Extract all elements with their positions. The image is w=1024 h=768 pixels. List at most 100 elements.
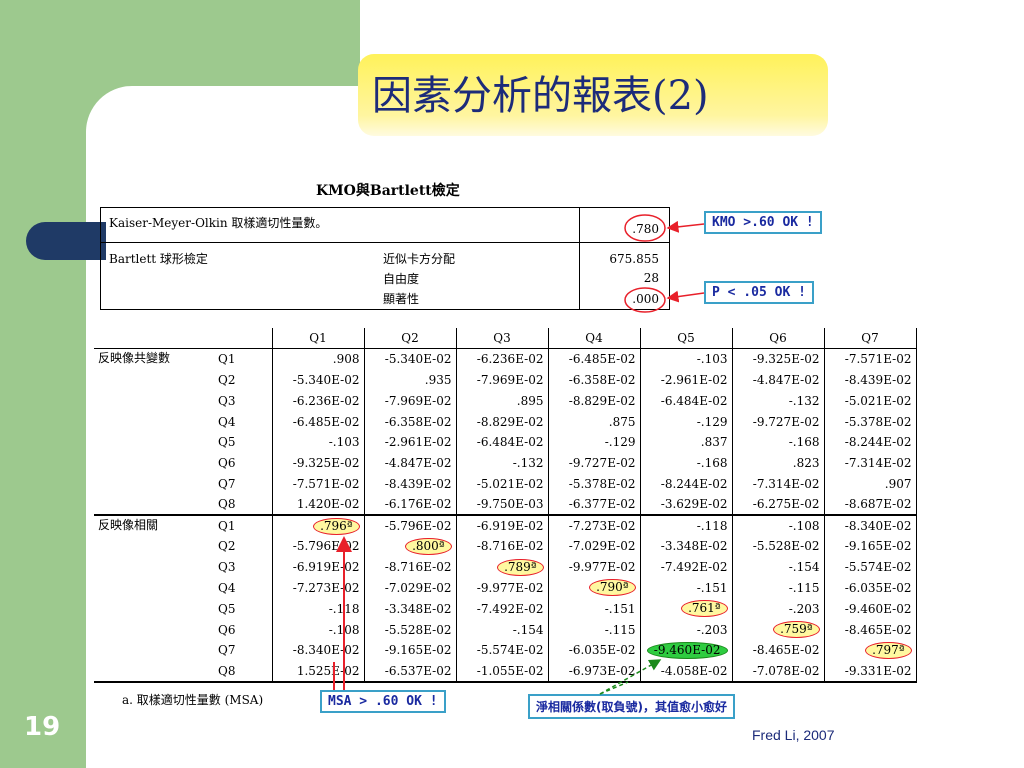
matrix-cell: .800ª: [364, 535, 457, 557]
section-spacer: [94, 619, 214, 640]
matrix-cell: -5.021E-02: [456, 473, 549, 495]
matrix-cell: -9.727E-02: [548, 452, 641, 474]
chi-label: 近似卡方分配: [383, 252, 456, 266]
cell-value: -6.035E-02: [844, 580, 912, 595]
matrix-cell: -7.029E-02: [364, 577, 457, 599]
matrix-cell: -7.273E-02: [548, 515, 641, 536]
matrix-cell: -6.358E-02: [364, 411, 457, 432]
cell-value: -.103: [696, 352, 728, 367]
matrix-cell: -9.165E-02: [824, 535, 917, 557]
cell-value: -5.574E-02: [844, 560, 912, 575]
cell-value: .907: [884, 476, 912, 491]
matrix-cell: .797ª: [824, 639, 917, 661]
matrix-cell: -4.847E-02: [364, 452, 457, 474]
matrix-cell: -8.465E-02: [732, 639, 825, 661]
df-value: 28: [643, 271, 659, 285]
row-label: Q3: [214, 390, 273, 412]
matrix-cell: -9.165E-02: [364, 639, 457, 661]
cell-value: -6.358E-02: [384, 414, 452, 429]
cell-value: -.132: [788, 393, 820, 408]
matrix-cell: -9.977E-02: [456, 577, 549, 599]
matrix-cell: -.129: [548, 431, 641, 453]
matrix-cell: .935: [364, 369, 457, 391]
row-label: Q5: [214, 598, 273, 620]
matrix-cell: -.108: [732, 515, 825, 536]
table-row: Q4 -6.485E-02 -6.358E-02 -8.829E-02 .875 -.12…: [94, 411, 917, 432]
matrix-cell: -.115: [732, 577, 825, 599]
matrix-cell: -.168: [732, 431, 825, 453]
cell-value: 1.420E-02: [296, 497, 360, 512]
anti-image-matrix: Q1 Q2 Q3 Q4 Q5 Q6 Q7 反映像共變數 Q1.908 -5.340E-02 -6.…: [94, 328, 917, 683]
matrix-cell: .875: [548, 411, 641, 432]
matrix-cell: -2.961E-02: [364, 431, 457, 453]
matrix-cell: .789ª: [456, 556, 549, 578]
matrix-cell: -8.439E-02: [824, 369, 917, 391]
table-row: 反映像共變數 Q1 .908 -5.340E-02 -6.236E-02 -6.485E-…: [94, 348, 917, 370]
row-label: Q1: [214, 515, 273, 536]
matrix-cell: -6.035E-02: [824, 577, 917, 599]
cell-value: -3.348E-02: [660, 539, 728, 554]
matrix-cell: -6.236E-02: [272, 390, 365, 412]
cell-value: -6.537E-02: [384, 663, 452, 678]
matrix-cell: -6.537E-02: [364, 660, 457, 683]
cell-value: -5.021E-02: [844, 393, 912, 408]
cell-value: -7.492E-02: [476, 601, 544, 616]
cell-value: -.154: [788, 560, 820, 575]
cell-value: .796ª: [313, 517, 360, 535]
matrix-cell: -.203: [732, 598, 825, 620]
slide-number: 19: [24, 712, 61, 742]
matrix-cell: -9.331E-02: [824, 660, 917, 683]
column-header-q4: Q4: [548, 328, 641, 350]
p-callout: P < .05 OK !: [704, 281, 814, 304]
matrix-cell: -8.340E-02: [272, 639, 365, 661]
cell-value: -6.919E-02: [476, 519, 544, 534]
matrix-cell: -7.492E-02: [640, 556, 733, 578]
matrix-cell: .907: [824, 473, 917, 495]
cell-value: -.203: [696, 622, 728, 637]
cell-value: .800ª: [405, 537, 452, 555]
row-label: Q1: [214, 348, 273, 370]
column-header-q2: Q2: [364, 328, 457, 350]
row-label: Q7: [214, 639, 273, 661]
cell-value: -7.969E-02: [384, 393, 452, 408]
cell-value: -.118: [696, 519, 728, 534]
matrix-cell: -4.058E-02: [640, 660, 733, 683]
matrix-cell: -.108: [272, 619, 365, 640]
row-label: Q3: [214, 556, 273, 578]
matrix-cell: -3.629E-02: [640, 494, 733, 517]
matrix-cell: -9.727E-02: [732, 411, 825, 432]
cell-value: -5.378E-02: [568, 476, 636, 491]
cell-value: .935: [424, 372, 452, 387]
row-label: Q4: [214, 411, 273, 432]
matrix-cell: -.115: [548, 619, 641, 640]
matrix-cell: -8.465E-02: [824, 619, 917, 640]
section-spacer: [94, 578, 214, 599]
section-spacer: [94, 432, 214, 453]
matrix-cell: -7.571E-02: [272, 473, 365, 495]
cell-value: .789ª: [497, 558, 544, 576]
section-spacer: [94, 370, 214, 391]
cell-value: -6.236E-02: [292, 393, 360, 408]
matrix-cell: -6.377E-02: [548, 494, 641, 517]
table-row: Q6 -.108 -5.528E-02 -.154 -.115 -.203 .759ª -8.…: [94, 619, 917, 640]
matrix-cell: -8.340E-02: [824, 515, 917, 536]
cell-value: -9.977E-02: [476, 580, 544, 595]
row-label: Q6: [214, 452, 273, 474]
section-spacer: [94, 411, 214, 432]
matrix-cell: -6.919E-02: [272, 556, 365, 578]
matrix-cell: .761ª: [640, 598, 733, 620]
cell-value: -8.687E-02: [844, 497, 912, 512]
matrix-cell: -8.244E-02: [824, 431, 917, 453]
row-label: Q2: [214, 535, 273, 557]
cell-value: -.154: [512, 622, 544, 637]
table-row: Q2 -5.340E-02 .935 -7.969E-02 -6.358E-02 -2.9…: [94, 369, 917, 391]
cell-value: -6.973E-02: [568, 663, 636, 678]
matrix-cell: -5.528E-02: [732, 535, 825, 557]
kmo-value: .780: [632, 222, 659, 236]
column-header-q3: Q3: [456, 328, 549, 350]
section-spacer: [94, 453, 214, 474]
msa-callout: MSA > .60 OK !: [320, 690, 446, 713]
cell-value: -.103: [328, 435, 360, 450]
kmo-callout: KMO >.60 OK !: [704, 211, 822, 234]
cell-value: -9.750E-03: [476, 497, 544, 512]
